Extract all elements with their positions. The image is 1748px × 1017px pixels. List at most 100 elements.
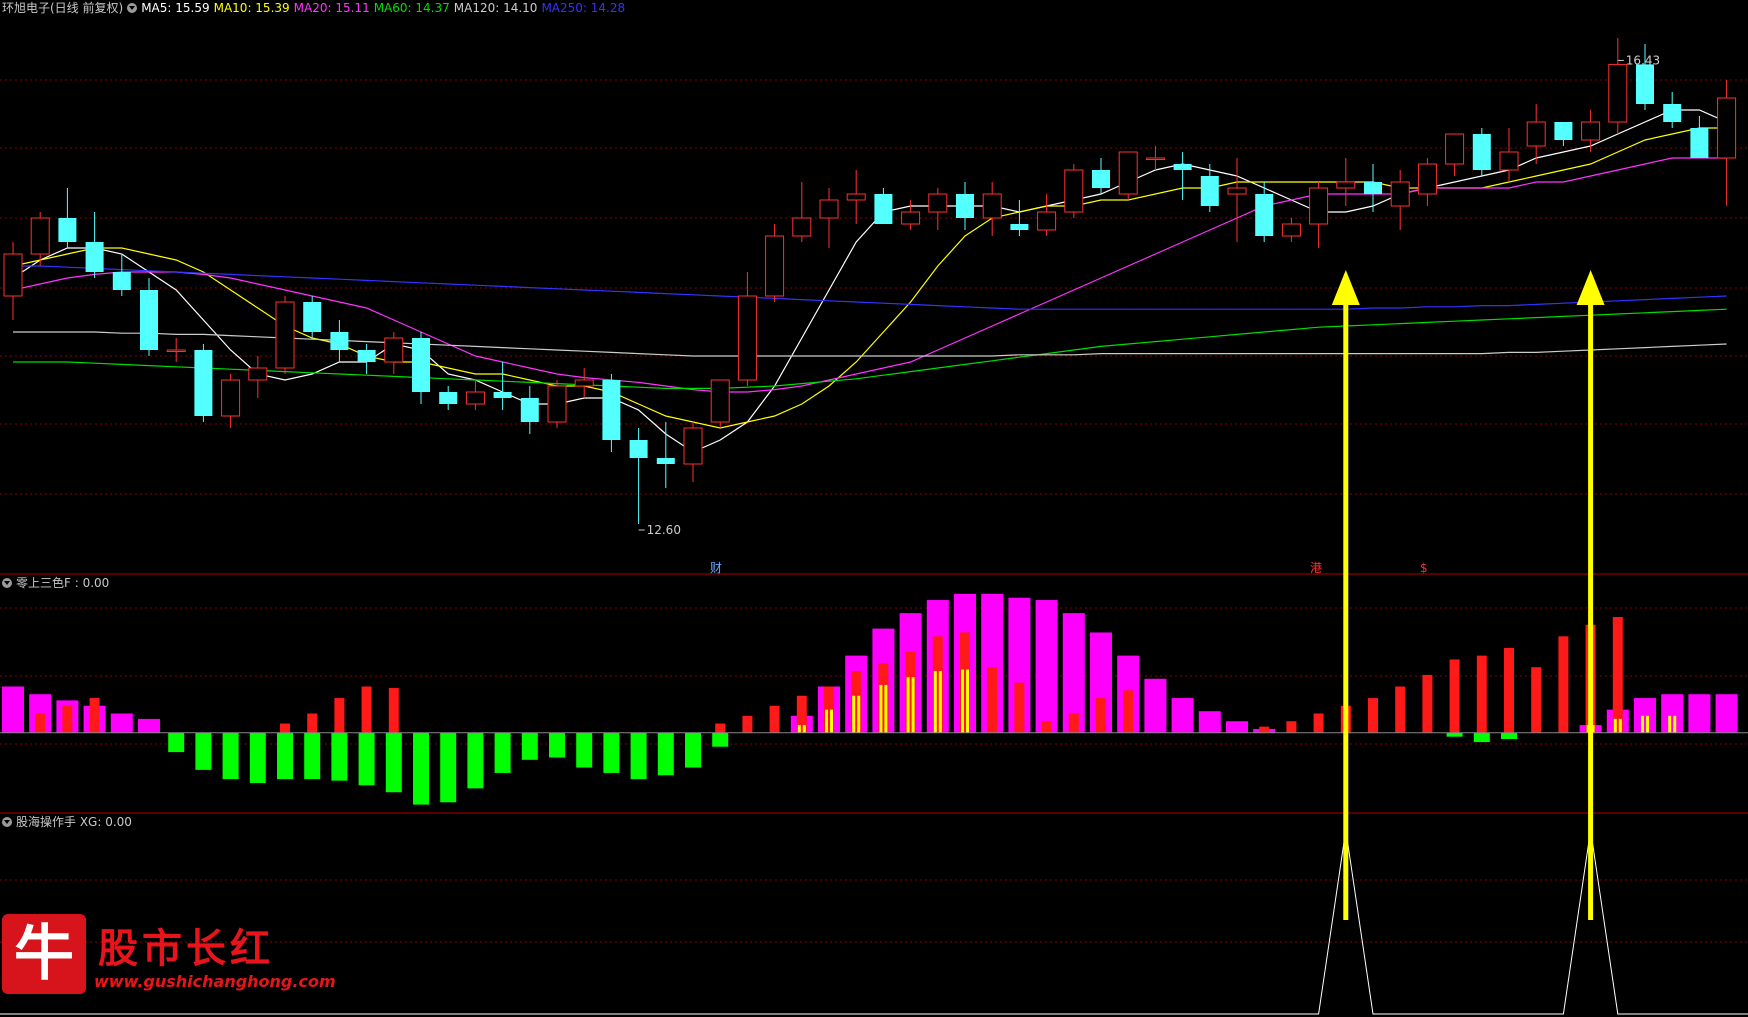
candle-body: [737, 295, 757, 381]
green-bar: [304, 732, 321, 780]
signal-legend: 股海操作手 XG: 0.00: [2, 814, 136, 830]
fin-marker: 财: [710, 561, 722, 575]
candle-body: [85, 242, 104, 272]
candle: [982, 182, 1002, 236]
candle-body: [1173, 164, 1192, 170]
candle: [439, 386, 458, 410]
bull-logo-icon: 牛: [2, 914, 86, 994]
yellow-bar: [1618, 718, 1622, 733]
candle-body: [1554, 122, 1573, 140]
green-bar: [712, 732, 729, 747]
candle-body: [112, 272, 131, 290]
red-bar: [1313, 713, 1324, 733]
candle-body: [901, 211, 921, 225]
red-bar: [1395, 686, 1406, 733]
candle: [1554, 122, 1573, 146]
candle-body: [248, 367, 268, 381]
candle-body: [1200, 176, 1219, 206]
candle: [58, 188, 77, 248]
candle-body: [1581, 121, 1601, 141]
yellow-bar: [1641, 715, 1644, 733]
candle: [520, 386, 539, 434]
candle-body: [710, 379, 730, 423]
red-bar: [1068, 713, 1079, 733]
candle-body: [602, 380, 621, 440]
candle-body: [1255, 194, 1274, 236]
candle-body: [1417, 163, 1437, 195]
ma20-label: MA20: 15.11: [293, 1, 370, 15]
candle: [737, 272, 757, 386]
candle-body: [683, 427, 703, 465]
candle: [465, 380, 485, 410]
green-bar: [657, 732, 674, 776]
candle-body: [1636, 64, 1654, 104]
candle: [928, 188, 948, 230]
candle: [710, 379, 730, 428]
candle-body: [275, 301, 295, 369]
chevron-down-icon[interactable]: [127, 3, 138, 13]
candle: [275, 296, 295, 374]
candle-body: [1010, 224, 1029, 230]
candle: [846, 170, 866, 224]
yellow-bar: [938, 671, 942, 733]
candle-body: [439, 392, 458, 404]
ma10-line: [12, 127, 1727, 429]
hk-marker: 港: [1310, 561, 1322, 575]
yellow-bar: [825, 709, 828, 733]
chevron-down-icon[interactable]: [2, 817, 12, 827]
red-bar: [35, 713, 46, 733]
red-bar: [1286, 721, 1297, 733]
signal-arrow: [1331, 270, 1360, 920]
red-bar: [388, 688, 399, 733]
magenta-bar: [1144, 678, 1167, 733]
kline-chart[interactable]: 16.43 12.60 财 港 $: [0, 0, 1748, 1017]
candle: [1499, 128, 1519, 182]
red-bar: [1422, 674, 1433, 733]
indicator-title: 零上三色F : 0.00: [16, 576, 110, 590]
green-bar: [440, 732, 457, 803]
candle-body: [574, 379, 594, 387]
yellow-bar: [802, 725, 806, 733]
candle-body: [58, 218, 77, 242]
candle-body: [874, 194, 893, 224]
candle: [874, 188, 893, 224]
ma120-label: MA120: 14.10: [453, 1, 538, 15]
magenta-bar: [1035, 600, 1058, 733]
red-bar: [742, 715, 753, 733]
candle-body: [493, 392, 512, 398]
red-bar: [1041, 721, 1052, 733]
yellow-bar: [830, 709, 833, 733]
candle-body: [303, 302, 322, 332]
green-bar: [277, 732, 293, 780]
dollar-marker: $: [1420, 561, 1428, 575]
candle: [1364, 164, 1382, 212]
green-bar: [685, 732, 701, 768]
candle-body: [1281, 223, 1301, 237]
candle-body: [1608, 63, 1628, 123]
yellow-bar: [797, 725, 801, 733]
green-bar: [385, 732, 402, 793]
candle-body: [1092, 170, 1110, 188]
candle: [1663, 92, 1682, 128]
red-bar: [361, 686, 372, 733]
candle-body: [656, 458, 675, 464]
candle: [765, 224, 785, 302]
price-annotation: 16.43: [1626, 53, 1660, 67]
candle: [1173, 152, 1192, 200]
candle: [1281, 218, 1301, 242]
candle-body: [166, 349, 186, 352]
candle: [1037, 194, 1057, 236]
candle: [1092, 158, 1110, 194]
chevron-down-icon[interactable]: [2, 578, 12, 588]
yellow-bar: [857, 695, 861, 733]
green-bar: [168, 732, 185, 753]
red-bar: [1558, 636, 1569, 733]
indicator-legend: 零上三色F : 0.00: [2, 575, 113, 591]
candle-body: [956, 194, 974, 218]
candle-body: [1309, 187, 1329, 225]
ma5-label: MA5: 15.59: [141, 1, 210, 15]
red-bar: [280, 723, 290, 733]
green-bar: [413, 732, 429, 805]
candle: [303, 296, 322, 338]
candle-body: [520, 398, 539, 422]
